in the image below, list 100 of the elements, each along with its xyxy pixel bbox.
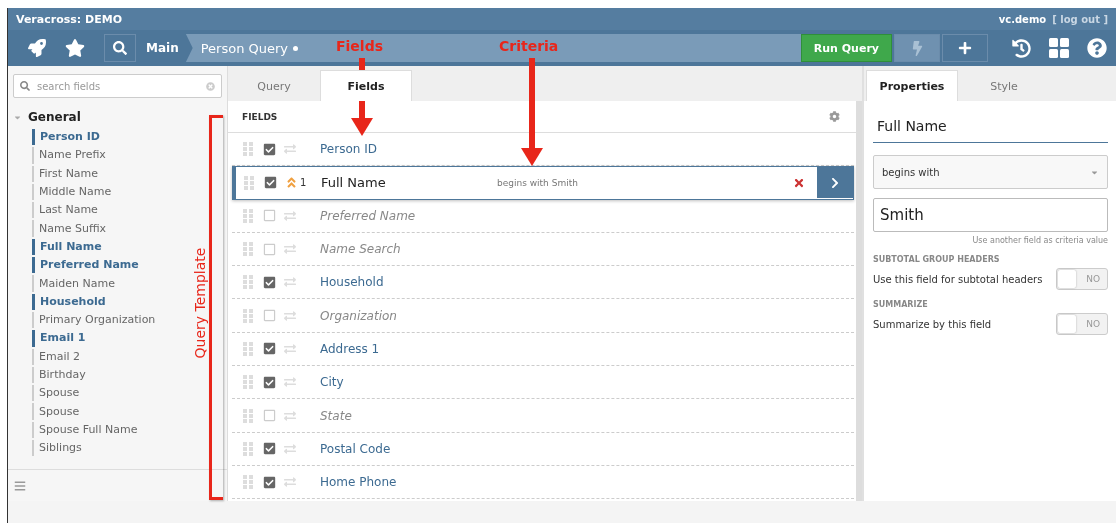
query-title: Person Query [200,40,289,56]
close-button[interactable] [793,176,805,189]
swap-icon [284,342,296,355]
field-row[interactable]: State [232,399,854,433]
drag-handle-icon[interactable] [244,175,254,190]
field-name: Preferred Name [320,208,417,223]
drag-handle-icon[interactable] [243,408,253,423]
sidebar-item[interactable]: Spouse [32,403,80,420]
drag-handle-icon[interactable] [243,275,253,290]
fields-header: FIELDS [242,111,278,122]
checkbox[interactable] [263,475,276,489]
field-row[interactable]: 1 Full Name begins with Smith [232,166,854,200]
field-row[interactable]: Household [232,266,854,300]
field-row[interactable]: Postal Code [232,432,854,466]
checkbox[interactable] [263,142,276,156]
checkbox[interactable] [263,309,276,323]
run-query-button[interactable]: Run Query [800,34,892,62]
group-label[interactable]: General [28,110,81,124]
drag-handle-icon[interactable] [243,308,253,323]
tab[interactable]: Properties [866,70,958,101]
tab[interactable]: Style [958,70,1050,101]
field-name: Organization [320,308,398,323]
plus-icon[interactable] [958,41,972,55]
sidebar-item[interactable]: Household [32,293,106,310]
option-label: Use this field for subtotal headers [873,273,1043,285]
swap-icon [284,143,296,156]
sidebar-item[interactable]: Name Suffix [32,220,107,237]
add-button[interactable] [942,34,988,62]
clear-icon[interactable] [206,81,215,91]
chevron-button[interactable] [817,167,853,199]
drag-handle-icon[interactable] [243,375,253,390]
sidebar-item[interactable]: Email 2 [32,348,80,365]
sidebar-item[interactable]: Maiden Name [32,275,115,292]
criteria-text: begins with Smith [497,177,578,188]
swap-icon [284,409,296,422]
sidebar-item[interactable]: Person ID [32,129,100,146]
sidebar-item[interactable]: Siblings [32,440,82,457]
drag-handle-icon[interactable] [243,142,253,157]
checkbox[interactable] [263,442,276,456]
field-name: Full Name [321,175,387,191]
sidebar-item[interactable]: Name Prefix [32,147,106,164]
drag-handle-icon[interactable] [243,475,253,490]
settings-icon [829,111,840,122]
drag-handle-icon[interactable] [243,242,253,257]
search-icon[interactable] [113,41,127,55]
checkbox[interactable] [263,375,276,389]
drag-handle-icon[interactable] [243,208,253,223]
field-name: Address 1 [320,341,381,356]
field-title: Full Name [873,101,1108,143]
sidebar-item[interactable]: Spouse Full Name [32,421,138,439]
field-name: Name Search [320,242,402,257]
sidebar-item[interactable]: Spouse [32,385,80,402]
logout-link[interactable]: [ log out ] [1052,13,1108,25]
field-row[interactable]: Preferred Name [232,199,854,233]
swap-icon [284,376,296,389]
checkbox[interactable] [264,176,277,190]
breadcrumb-link[interactable]: Main [136,34,193,62]
sidebar-item[interactable]: Middle Name [32,183,112,201]
grid-icon [1049,38,1069,58]
swap-icon [284,209,296,222]
sidebar-item[interactable]: Primary Organization [32,311,156,329]
field-name: Postal Code [320,441,392,456]
sidebar-item[interactable]: First Name [32,165,99,182]
sidebar-item[interactable]: Email 1 [32,330,86,347]
sidebar-item[interactable]: Birthday [32,366,86,384]
field-name: City [320,375,345,390]
checkbox[interactable] [263,342,276,356]
field-row[interactable]: Address 1 [232,332,854,367]
sidebar-item[interactable]: Preferred Name [32,257,139,274]
search-button[interactable] [104,34,136,62]
menu-icon [14,479,26,492]
sort-order: 1 [300,177,307,189]
tab[interactable]: Fields [320,70,412,101]
swap-icon [284,243,296,256]
search-icon [20,81,30,91]
sort-icon [285,176,298,190]
tab[interactable]: Query [228,70,320,101]
checkbox[interactable] [263,209,276,223]
annotation-label: Query Template [192,246,208,361]
field-row[interactable]: Organization [232,299,854,333]
annotation-label: Criteria [499,38,559,54]
drag-handle-icon[interactable] [243,441,253,456]
sidebar-item[interactable]: Last Name [32,202,98,219]
operator-select[interactable]: begins with [873,155,1108,189]
sidebar-item[interactable]: Full Name [32,238,102,256]
checkbox[interactable] [263,409,276,422]
swap-icon [284,276,296,289]
hint-text: Use another field as criteria value [971,236,1108,245]
field-row[interactable]: Name Search [232,232,854,267]
field-row[interactable]: City [232,366,854,400]
checkbox[interactable] [263,242,276,256]
field-name: Home Phone [320,475,398,490]
search-field[interactable]: search fields [13,74,222,98]
value-field[interactable]: Smith [873,198,1108,232]
chevron-icon[interactable] [829,176,841,189]
field-row[interactable]: Home Phone [232,465,854,500]
swap-icon [284,476,296,489]
section-heading: SUBTOTAL GROUP HEADERS [873,255,1001,264]
checkbox[interactable] [263,275,276,289]
drag-handle-icon[interactable] [243,341,253,356]
